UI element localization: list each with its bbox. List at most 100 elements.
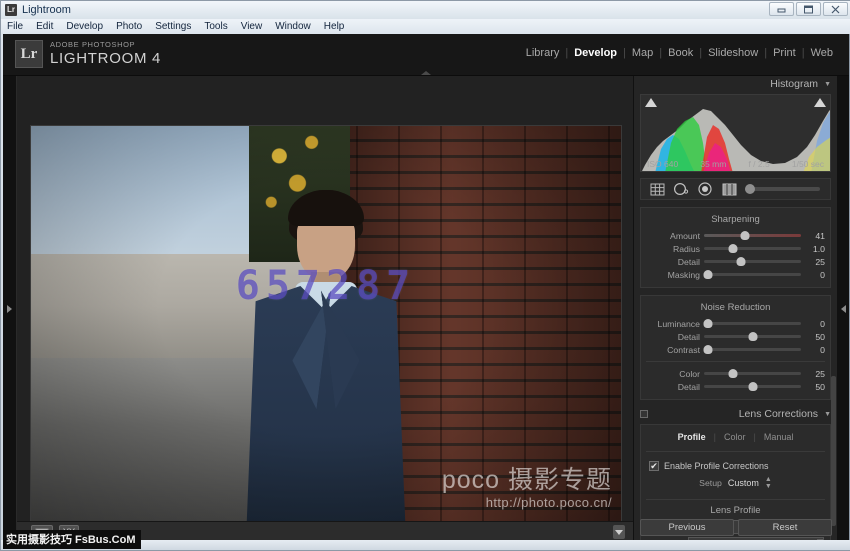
watermark-url-text: http://photo.poco.cn/ — [485, 495, 612, 510]
menu-tools[interactable]: Tools — [204, 21, 227, 32]
slider-label: Color — [679, 368, 700, 379]
sharpening-title: Sharpening — [711, 214, 760, 225]
histogram-panel-header[interactable]: Histogram ▼ — [634, 76, 837, 92]
slider-value: 50 — [815, 381, 825, 392]
stepper-icon[interactable]: ▲ ▼ — [765, 476, 772, 490]
module-print[interactable]: Print — [767, 47, 802, 59]
slider-track[interactable] — [703, 345, 801, 354]
module-map[interactable]: Map — [626, 47, 659, 59]
slider-track[interactable] — [703, 270, 801, 279]
chevron-down-icon[interactable]: ▼ — [824, 81, 831, 88]
slider-label: Detail — [677, 381, 700, 392]
chevron-right-icon — [7, 305, 12, 313]
module-web[interactable]: Web — [805, 47, 839, 59]
checkbox-icon[interactable]: ✔ — [649, 461, 659, 471]
enable-profile-corrections-row[interactable]: ✔ Enable Profile Corrections — [641, 457, 830, 474]
watermark-credit: 实用摄影技巧 FsBus.CoM — [3, 530, 141, 549]
brand-identity: Lr ADOBE PHOTOSHOP LIGHTROOM 4 — [15, 40, 161, 68]
close-button[interactable] — [823, 2, 848, 16]
slider-value: 0 — [820, 269, 825, 280]
histogram-graph[interactable]: ISO 640 35 mm f / 2.5 1/50 sec — [640, 94, 831, 172]
left-panel-collapsed[interactable] — [3, 76, 17, 542]
right-panel-collapse-arrow[interactable] — [837, 76, 849, 542]
slider-track[interactable] — [704, 369, 801, 378]
slider-value: 25 — [815, 256, 825, 267]
crop-overlay-icon[interactable] — [649, 181, 665, 197]
menu-photo[interactable]: Photo — [116, 21, 142, 32]
slider-luminance-contrast[interactable]: Contrast 0 — [641, 343, 830, 356]
slider-color-detail[interactable]: Detail 50 — [641, 380, 830, 393]
enable-profile-corrections-label: Enable Profile Corrections — [664, 461, 769, 471]
shadow-clipping-indicator[interactable] — [645, 98, 657, 107]
tab-profile[interactable]: Profile — [678, 432, 706, 442]
right-panel-scrollbar[interactable] — [831, 376, 836, 526]
slider-detail[interactable]: Detail 25 — [641, 255, 830, 268]
slider-color[interactable]: Color 25 — [641, 367, 830, 380]
menu-settings[interactable]: Settings — [155, 21, 191, 32]
chevron-up-icon — [421, 71, 431, 75]
slider-track[interactable] — [704, 382, 801, 391]
setup-value[interactable]: Custom — [728, 478, 759, 488]
filmstrip-toggle-button[interactable] — [613, 525, 625, 539]
slider-track[interactable] — [704, 257, 801, 266]
lightroom-app: Lr ADOBE PHOTOSHOP LIGHTROOM 4 Library |… — [3, 34, 849, 542]
lightroom-badge-icon: Lr — [15, 40, 43, 68]
lens-corrections-panel-header[interactable]: Lens Corrections ▼ — [634, 406, 837, 422]
graduated-filter-icon[interactable] — [721, 181, 737, 197]
menu-edit[interactable]: Edit — [36, 21, 53, 32]
menu-file[interactable]: File — [7, 21, 23, 32]
slider-radius[interactable]: Radius 1.0 — [641, 242, 830, 255]
slider-luminance[interactable]: Luminance 0 — [641, 317, 830, 330]
lens-corrections-tabs: Profile | Color | Manual — [641, 429, 830, 446]
reset-button[interactable]: Reset — [738, 519, 832, 536]
slider-masking[interactable]: Masking 0 — [641, 268, 830, 281]
menu-window[interactable]: Window — [275, 21, 311, 32]
slider-label: Amount — [670, 230, 700, 241]
credit-chinese: 实用摄影技巧 — [6, 534, 72, 546]
tab-separator: | — [753, 432, 756, 442]
module-library[interactable]: Library — [520, 47, 566, 59]
adjustment-brush-icon[interactable] — [745, 184, 755, 194]
highlight-clipping-indicator[interactable] — [814, 98, 826, 107]
slider-label: Masking — [667, 269, 700, 280]
menu-view[interactable]: View — [241, 21, 263, 32]
spot-removal-icon[interactable] — [673, 181, 689, 197]
maximize-button[interactable] — [796, 2, 821, 16]
slider-luminance-detail[interactable]: Detail 50 — [641, 330, 830, 343]
chevron-down-icon[interactable]: ▼ — [824, 411, 831, 418]
window-titlebar[interactable]: Lr Lightroom — [1, 1, 850, 19]
right-panel: Histogram ▼ ISO 640 35 mm f / 2.5 1/50 s… — [633, 76, 837, 542]
tab-color[interactable]: Color — [724, 432, 746, 442]
photo-frame[interactable]: 657287 poco 摄影专题 http://photo.poco.cn/ — [31, 126, 621, 526]
menu-develop[interactable]: Develop — [66, 21, 103, 32]
watermark-number: 657287 — [235, 263, 417, 309]
module-develop[interactable]: Develop — [568, 47, 623, 59]
exif-shutter: 1/50 sec — [791, 159, 824, 169]
slider-track[interactable] — [704, 332, 801, 341]
slider-track[interactable] — [704, 244, 801, 253]
previous-button[interactable]: Previous — [640, 519, 734, 536]
lens-corrections-title: Lens Corrections — [738, 408, 819, 420]
watermark-poco: poco 摄影专题 http://photo.poco.cn/ — [442, 468, 612, 511]
content-area: 657287 poco 摄影专题 http://photo.poco.cn/ Y… — [3, 76, 849, 542]
develop-tool-strip — [640, 178, 831, 200]
module-slideshow[interactable]: Slideshow — [702, 47, 764, 59]
brand-title: LIGHTROOM 4 — [50, 49, 162, 67]
slider-label: Contrast — [667, 344, 700, 355]
minimize-button[interactable] — [769, 2, 794, 16]
app-icon: Lr — [5, 4, 17, 16]
module-book[interactable]: Book — [662, 47, 699, 59]
adjustment-brush-slider[interactable] — [745, 184, 820, 194]
tab-manual[interactable]: Manual — [764, 432, 794, 442]
slider-track[interactable] — [703, 319, 801, 328]
section-divider — [646, 499, 825, 500]
red-eye-icon[interactable] — [697, 181, 713, 197]
slider-amount[interactable]: Amount 41 — [641, 229, 830, 242]
slider-track[interactable] — [704, 231, 801, 240]
setup-row[interactable]: Setup Custom ▲ ▼ — [641, 474, 830, 494]
menu-help[interactable]: Help — [324, 21, 345, 32]
menu-bar: File Edit Develop Photo Settings Tools V… — [1, 19, 850, 34]
module-picker: Library | Develop | Map | Book | Slidesh… — [520, 47, 839, 59]
section-divider — [646, 451, 825, 452]
panel-switch-icon[interactable] — [640, 410, 648, 418]
